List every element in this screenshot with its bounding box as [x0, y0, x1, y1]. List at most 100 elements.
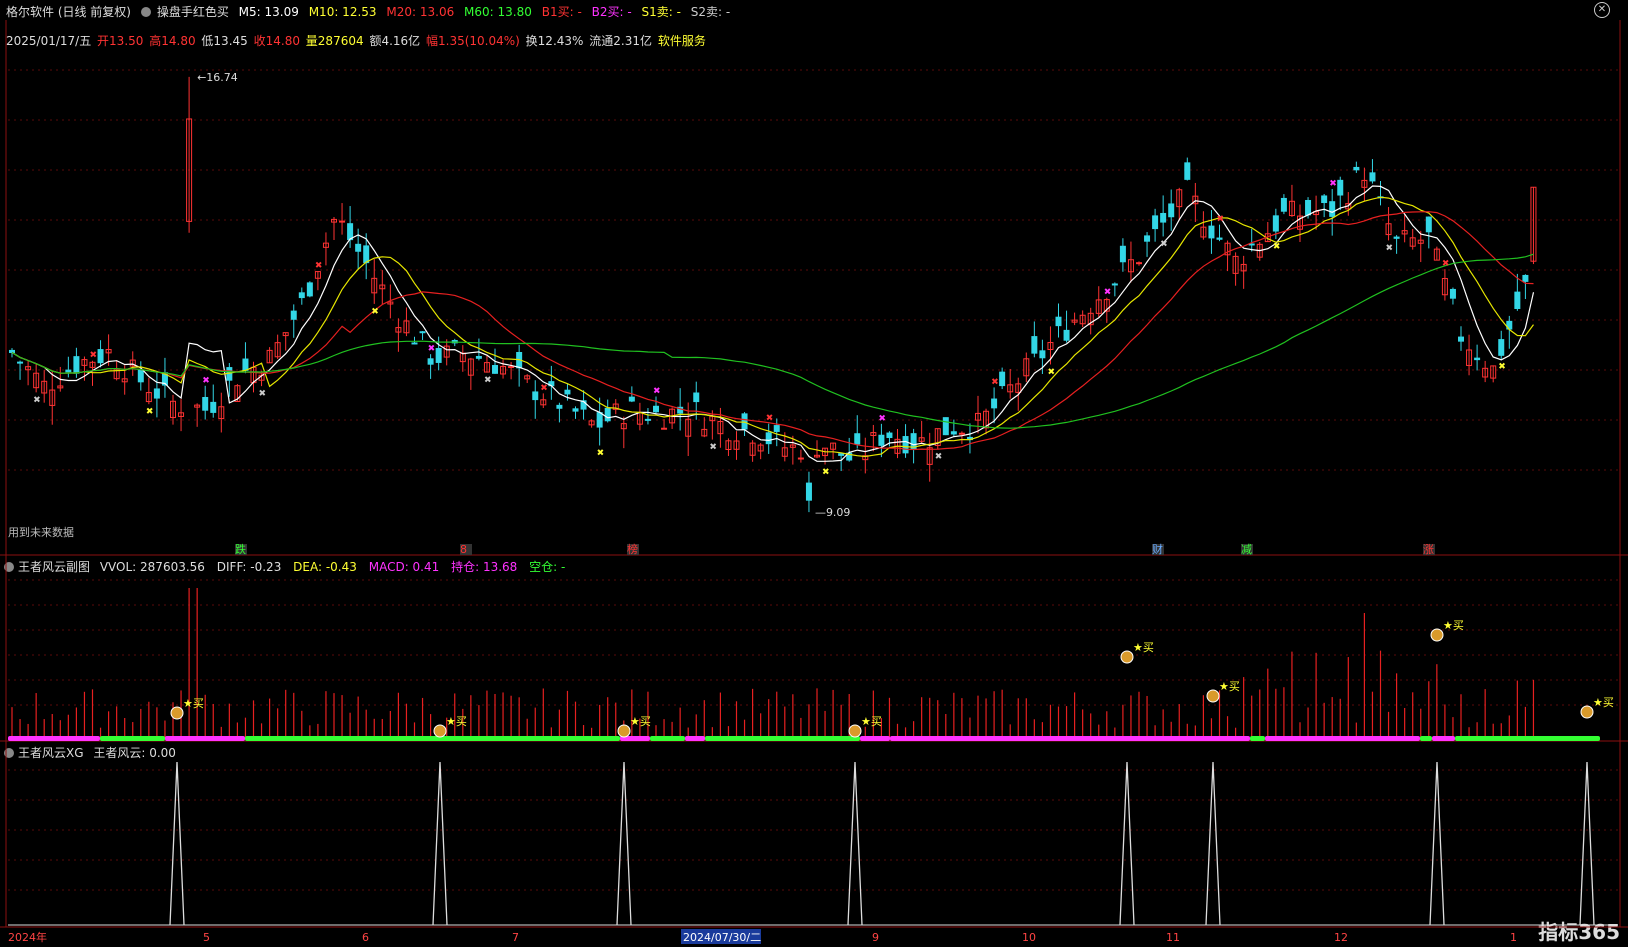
candle-body: [1449, 288, 1456, 299]
signal-marker: ✖: [202, 376, 210, 386]
candle-body: [427, 358, 434, 365]
signal-marker: ✖: [371, 307, 379, 317]
candle-body: [773, 425, 780, 432]
position-band: [1265, 736, 1420, 741]
candle-body: [65, 369, 72, 373]
candle-body: [73, 356, 80, 374]
candle-body: [137, 369, 144, 383]
candle-body: [1272, 215, 1279, 232]
candle-body: [1160, 212, 1167, 223]
position-band: [1455, 736, 1600, 741]
candle-body: [347, 223, 354, 241]
moneybag-icon: [1580, 705, 1594, 719]
candle-body: [1474, 357, 1481, 361]
candle-body: [1119, 245, 1126, 263]
candle-body: [1039, 350, 1046, 359]
buy-signal-label: ★买: [1133, 641, 1154, 654]
x-tick-label: 6: [362, 931, 369, 944]
candle-body: [950, 431, 957, 435]
candle-body: [797, 457, 804, 460]
moneybag-icon: [617, 724, 631, 738]
xg-spike: [1119, 761, 1135, 926]
x-tick-label: 12: [1334, 931, 1348, 944]
signal-marker: ✖: [1273, 242, 1281, 252]
xg-spike: [169, 761, 185, 926]
candle-body: [1031, 336, 1038, 354]
ma60-line: [11, 253, 1534, 429]
candle-body: [991, 398, 998, 409]
future-data-note: 用到未来数据: [8, 525, 74, 539]
candle-body: [1522, 274, 1529, 282]
signal-marker: ✖: [146, 407, 154, 417]
event-tag: 涨: [1423, 543, 1434, 556]
position-band: [1420, 736, 1432, 741]
signal-marker: ✖: [878, 414, 886, 424]
signal-marker: ✖: [428, 344, 436, 354]
candles: [9, 76, 1537, 513]
position-band: [245, 736, 620, 741]
signal-marker: ✖: [259, 389, 267, 399]
candle-body: [1425, 216, 1432, 233]
x-tick-label: 10: [1022, 931, 1036, 944]
buy-signal-label: ★买: [1443, 619, 1464, 632]
candle-body: [532, 391, 539, 401]
candle-body: [9, 349, 15, 354]
position-band: [100, 736, 165, 741]
candle-body: [475, 355, 482, 359]
stock-chart[interactable]: ✖ ✖ ✖ ✖ ✖ ✖ ✖ ✖ ✖ ✖ ✖ ✖ ✖ ✖ ✖ ✖ ✖ ✖ ✖ ✖ ✖ ✖ ✖ ✖ ✖ ✖ ✖ ←16.74 —9.09 用…: [0, 0, 1628, 947]
high-price-label: ←16.74: [197, 71, 238, 84]
signal-marker: ✖: [315, 261, 323, 271]
candle-body: [556, 404, 563, 409]
candle-body: [1280, 197, 1287, 212]
buy-signal-label: ★买: [630, 715, 651, 728]
candle-body: [1393, 236, 1400, 239]
candle-body: [644, 418, 651, 421]
signal-marker: ✖: [709, 443, 717, 453]
moneybag-icon: [1430, 628, 1444, 642]
candle-body: [242, 358, 249, 371]
x-tick-label: 2024年: [8, 930, 47, 944]
candle-body: [508, 366, 515, 369]
candle-body: [1144, 235, 1151, 242]
candle-body: [854, 433, 861, 445]
candle-body: [290, 310, 297, 320]
position-band: [685, 736, 705, 741]
signal-marker: ✖: [1386, 243, 1394, 253]
buy-signal-label: ★买: [1219, 680, 1240, 693]
signal-marker: ✖: [540, 383, 548, 393]
signal-marker: ✖: [653, 386, 661, 396]
candle-body: [339, 220, 346, 223]
buy-signal-label: ★买: [1593, 696, 1614, 709]
candle-body: [1063, 329, 1070, 341]
x-tick-label: 11: [1166, 931, 1180, 944]
candle-body: [693, 392, 700, 403]
candle-body: [942, 417, 949, 436]
xg-spike: [847, 761, 863, 926]
signal-marker: ✖: [822, 468, 830, 478]
candle-body: [1369, 172, 1376, 182]
candle-body: [1321, 195, 1328, 204]
candle-body: [838, 453, 845, 456]
xg-spike: [432, 761, 448, 926]
candle-body: [355, 243, 362, 252]
candle-body: [1055, 316, 1062, 327]
signal-marker: ✖: [1442, 259, 1450, 269]
event-tag: 榜: [627, 542, 638, 556]
candle-body: [596, 412, 603, 428]
candle-body: [653, 405, 659, 413]
low-price-label: —9.09: [815, 506, 851, 519]
position-band: [890, 736, 1250, 741]
event-tag: 减: [1241, 543, 1252, 556]
candle-body: [210, 401, 217, 413]
x-tick-label: 2024/07/30/二: [683, 931, 761, 944]
candle-body: [604, 407, 611, 422]
candle-body: [1216, 237, 1223, 240]
moneybag-icon: [848, 724, 862, 738]
candle-body: [419, 331, 426, 334]
signal-marker: ✖: [1217, 215, 1225, 225]
candle-body: [1152, 215, 1159, 230]
signal-marker: ✖: [1047, 367, 1055, 377]
candle-body: [1353, 166, 1360, 171]
moneybag-icon: [1206, 689, 1220, 703]
candle-body: [661, 427, 668, 430]
